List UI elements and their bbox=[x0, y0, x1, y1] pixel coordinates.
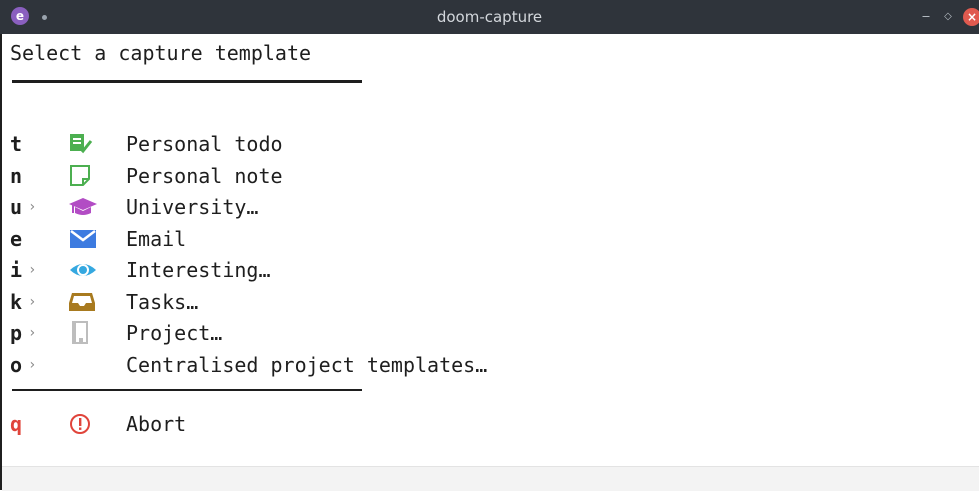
submenu-arrow-icon: › bbox=[28, 262, 37, 278]
todo-check-icon bbox=[68, 132, 94, 156]
menu-item-label: Personal todo bbox=[126, 132, 283, 156]
shortcut-key: o bbox=[10, 353, 23, 377]
close-button[interactable]: × bbox=[963, 8, 979, 26]
menu-item-label: Centralised project templates… bbox=[126, 353, 488, 377]
envelope-icon bbox=[68, 227, 96, 251]
minimize-button[interactable]: ‒ bbox=[920, 8, 932, 26]
note-icon bbox=[68, 164, 94, 188]
capture-menu: Select a capture template t Personal tod… bbox=[10, 34, 979, 490]
shortcut-key: k bbox=[10, 290, 23, 314]
window-title: doom-capture bbox=[436, 8, 543, 26]
menu-item-label: Tasks… bbox=[126, 290, 199, 314]
shortcut-key: u bbox=[10, 195, 23, 219]
shortcut-key: p bbox=[10, 321, 23, 345]
maximize-button[interactable]: ◇ bbox=[942, 8, 954, 26]
divider bbox=[12, 80, 362, 83]
exclamation-circle-icon bbox=[68, 412, 94, 436]
shortcut-key: i bbox=[10, 258, 23, 282]
menu-item-label: Email bbox=[126, 227, 187, 251]
divider bbox=[12, 389, 362, 391]
menu-item-label: Personal note bbox=[126, 164, 283, 188]
menu-item-label: Abort bbox=[126, 412, 187, 436]
graduation-cap-icon bbox=[68, 195, 97, 219]
menu-item-label: University… bbox=[126, 195, 259, 219]
submenu-arrow-icon: › bbox=[28, 325, 37, 341]
inbox-tray-icon bbox=[68, 290, 95, 314]
frame-border bbox=[0, 34, 2, 490]
menu-item-label: Interesting… bbox=[126, 258, 271, 282]
menu-item-label: Project… bbox=[126, 321, 223, 345]
shortcut-key: t bbox=[10, 132, 23, 156]
submenu-arrow-icon: › bbox=[28, 294, 37, 310]
shortcut-key: n bbox=[10, 164, 23, 188]
submenu-arrow-icon: › bbox=[28, 199, 37, 215]
minibuffer[interactable] bbox=[2, 466, 979, 491]
book-icon bbox=[68, 321, 94, 345]
submenu-arrow-icon: › bbox=[28, 357, 37, 373]
page-title: Select a capture template bbox=[10, 41, 312, 65]
shortcut-key: q bbox=[10, 412, 23, 436]
eye-icon bbox=[68, 258, 96, 282]
shortcut-key: e bbox=[10, 227, 23, 251]
title-bar: e doom-capture ‒ ◇ × bbox=[0, 0, 979, 34]
